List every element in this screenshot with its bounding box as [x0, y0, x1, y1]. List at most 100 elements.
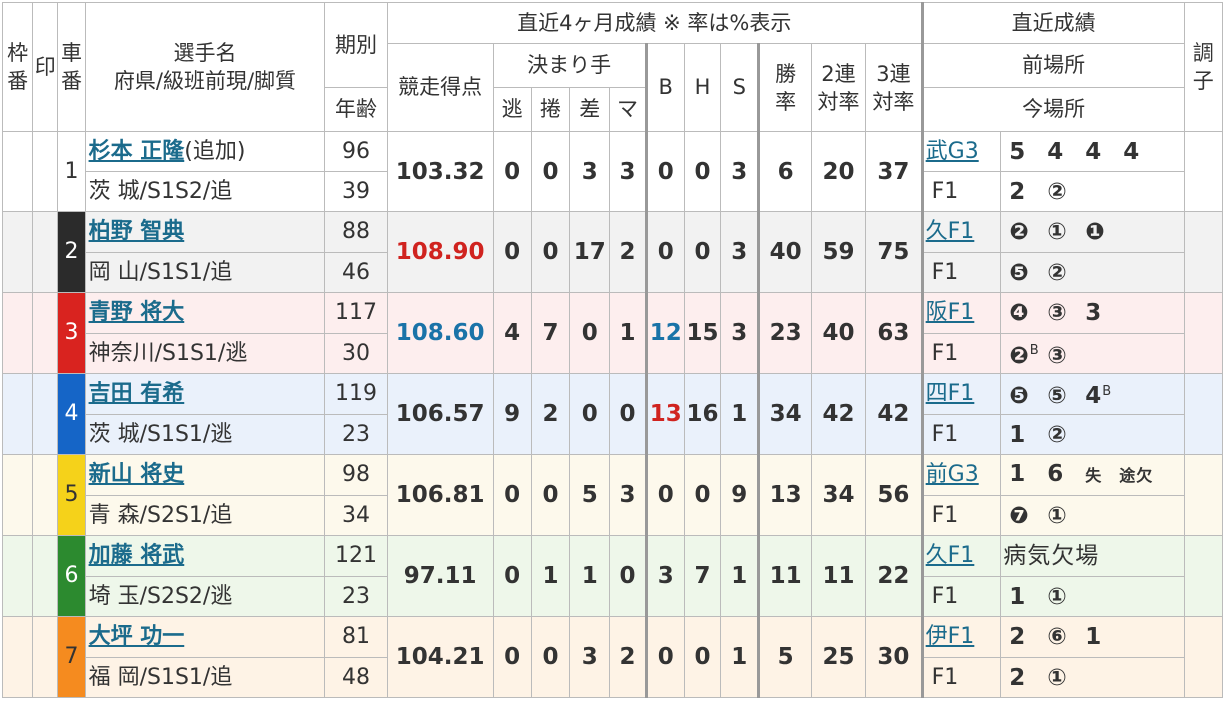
result-mark: ② — [1047, 423, 1085, 447]
result-sup: B — [1029, 343, 1040, 359]
result-mark: ② — [1047, 180, 1085, 204]
player-name-link[interactable]: 柏野 智典 — [89, 219, 185, 244]
s-cell: 1 — [720, 373, 761, 455]
header-condition: 調子 — [1183, 2, 1224, 132]
header-nige: 逃 — [492, 87, 532, 132]
mark-cell — [32, 373, 59, 455]
prev-venue-link[interactable]: 前G3 — [926, 462, 979, 487]
race-entry-table: 枠番 印 車番 選手名 府県/級班前現/脚質 期別 直近4ヶ月成績 ※ 率は%表示… — [1, 2, 1224, 698]
result-value: 6 — [1047, 461, 1065, 487]
result-mark: 4 — [1085, 140, 1123, 164]
period-cell: 119 — [324, 373, 388, 415]
result-mark: ② — [1047, 261, 1085, 285]
result-mark: ❼ — [1009, 504, 1047, 528]
condition-cell — [1183, 535, 1224, 617]
makuri-cell: 0 — [530, 454, 571, 536]
car-number: 6 — [57, 535, 86, 617]
header-recent-results: 直近成績 — [921, 2, 1185, 44]
player-name-link[interactable]: 新山 将史 — [89, 462, 185, 487]
result-value: 4 — [1085, 383, 1103, 410]
period-cell: 96 — [324, 131, 388, 172]
two-ren-cell: 11 — [810, 535, 867, 617]
pref-class-style: 茨 城/S1S2/追 — [84, 171, 326, 212]
rider-row: 7 大坪 功一 81 104.21 0 0 3 2 0 0 1 5 25 30 … — [1, 616, 1224, 698]
cur-venue-cell: F1 — [921, 495, 1002, 536]
prev-results: ❹③3 — [1000, 292, 1185, 334]
header-prev-venue: 前場所 — [921, 43, 1185, 88]
sashi-cell: 1 — [569, 535, 611, 617]
rider-row: 6 加藤 将武 121 97.11 0 1 1 0 3 7 1 11 11 22… — [1, 535, 1224, 617]
makuri-cell: 0 — [530, 211, 571, 293]
pref-class-style: 福 岡/S1S1/追 — [84, 657, 326, 698]
header-mark: 印 — [32, 2, 59, 132]
period-cell: 121 — [324, 535, 388, 577]
result-mark: 5 — [1009, 140, 1047, 164]
mark-k-cell: 3 — [609, 454, 648, 536]
prev-results: 1 6 失途欠 — [1000, 454, 1185, 496]
prev-venue-cell: 前G3 — [921, 454, 1002, 496]
result-mark: ❹ — [1009, 301, 1047, 325]
player-name-link[interactable]: 大坪 功一 — [89, 624, 185, 649]
result-mark: 1 — [1009, 423, 1047, 447]
prev-venue-link[interactable]: 阪F1 — [926, 300, 975, 325]
header-2ren: 2連 対率 — [810, 43, 867, 132]
cur-results: ❷B ③ — [1000, 333, 1185, 374]
prev-venue-link[interactable]: 久F1 — [926, 543, 975, 568]
s-cell: 3 — [720, 211, 761, 293]
result-value: 1 — [1009, 583, 1027, 610]
result-value: ❺ — [1009, 259, 1030, 286]
player-name-cell: 加藤 将武 — [84, 535, 326, 577]
mark-k-cell: 3 — [609, 131, 648, 212]
result-value: 2 — [1009, 664, 1027, 691]
result-value: 5 — [1009, 138, 1027, 165]
pref-class-style: 神奈川/S1S1/逃 — [84, 333, 326, 374]
prev-venue-cell: 武G3 — [921, 131, 1002, 172]
b-cell: 0 — [645, 131, 685, 212]
result-value: ⑤ — [1047, 383, 1068, 410]
prev-results: 病気欠場 — [1000, 535, 1185, 577]
nige-cell: 0 — [492, 131, 532, 212]
header-sashi: 差 — [569, 87, 611, 132]
header-mark-k: マ — [609, 87, 648, 132]
result-mark: ⑥ — [1047, 625, 1085, 649]
cur-results: 1② — [1000, 414, 1185, 455]
result-note: 病気欠場 — [1003, 543, 1100, 569]
player-name-link[interactable]: 吉田 有希 — [89, 381, 185, 406]
header-waku: 枠番 — [1, 2, 34, 132]
mark-cell — [32, 131, 59, 212]
player-name-cell: 吉田 有希 — [84, 373, 326, 415]
two-ren-cell: 34 — [810, 454, 867, 536]
cur-venue-cell: F1 — [921, 171, 1002, 212]
header-3ren: 3連 対率 — [865, 43, 924, 132]
condition-cell — [1183, 292, 1224, 374]
prev-venue-cell: 伊F1 — [921, 616, 1002, 658]
three-ren-cell: 37 — [865, 131, 924, 212]
prev-venue-link[interactable]: 久F1 — [926, 219, 975, 244]
win-rate-cell: 34 — [758, 373, 812, 455]
b-cell: 0 — [645, 616, 685, 698]
result-mark: 途欠 — [1119, 464, 1153, 488]
prev-venue-link[interactable]: 伊F1 — [926, 624, 975, 649]
rider-row: 2 柏野 智典 88 108.90 0 0 17 2 0 0 3 40 59 7… — [1, 211, 1224, 293]
prev-venue-cell: 四F1 — [921, 373, 1002, 415]
prev-venue-link[interactable]: 武G3 — [926, 139, 979, 164]
header-player: 選手名 府県/級班前現/脚質 — [84, 2, 326, 132]
player-name-link[interactable]: 青野 将大 — [89, 300, 185, 325]
score-cell: 97.11 — [386, 535, 494, 617]
s-cell: 1 — [720, 616, 761, 698]
result-mark: ❷ — [1009, 220, 1047, 244]
result-value: ❼ — [1009, 502, 1030, 529]
makuri-cell: 7 — [530, 292, 571, 374]
sashi-cell: 3 — [569, 616, 611, 698]
player-name-link[interactable]: 杉本 正隆 — [89, 139, 185, 164]
age-cell: 46 — [324, 252, 388, 293]
mark-k-cell: 2 — [609, 616, 648, 698]
score-cell: 108.60 — [386, 292, 494, 374]
prev-venue-link[interactable]: 四F1 — [926, 381, 975, 406]
three-ren-cell: 42 — [865, 373, 924, 455]
s-cell: 1 — [720, 535, 761, 617]
age-cell: 23 — [324, 414, 388, 455]
period-cell: 98 — [324, 454, 388, 496]
result-mark: ③ — [1047, 301, 1085, 325]
player-name-link[interactable]: 加藤 将武 — [89, 543, 185, 568]
